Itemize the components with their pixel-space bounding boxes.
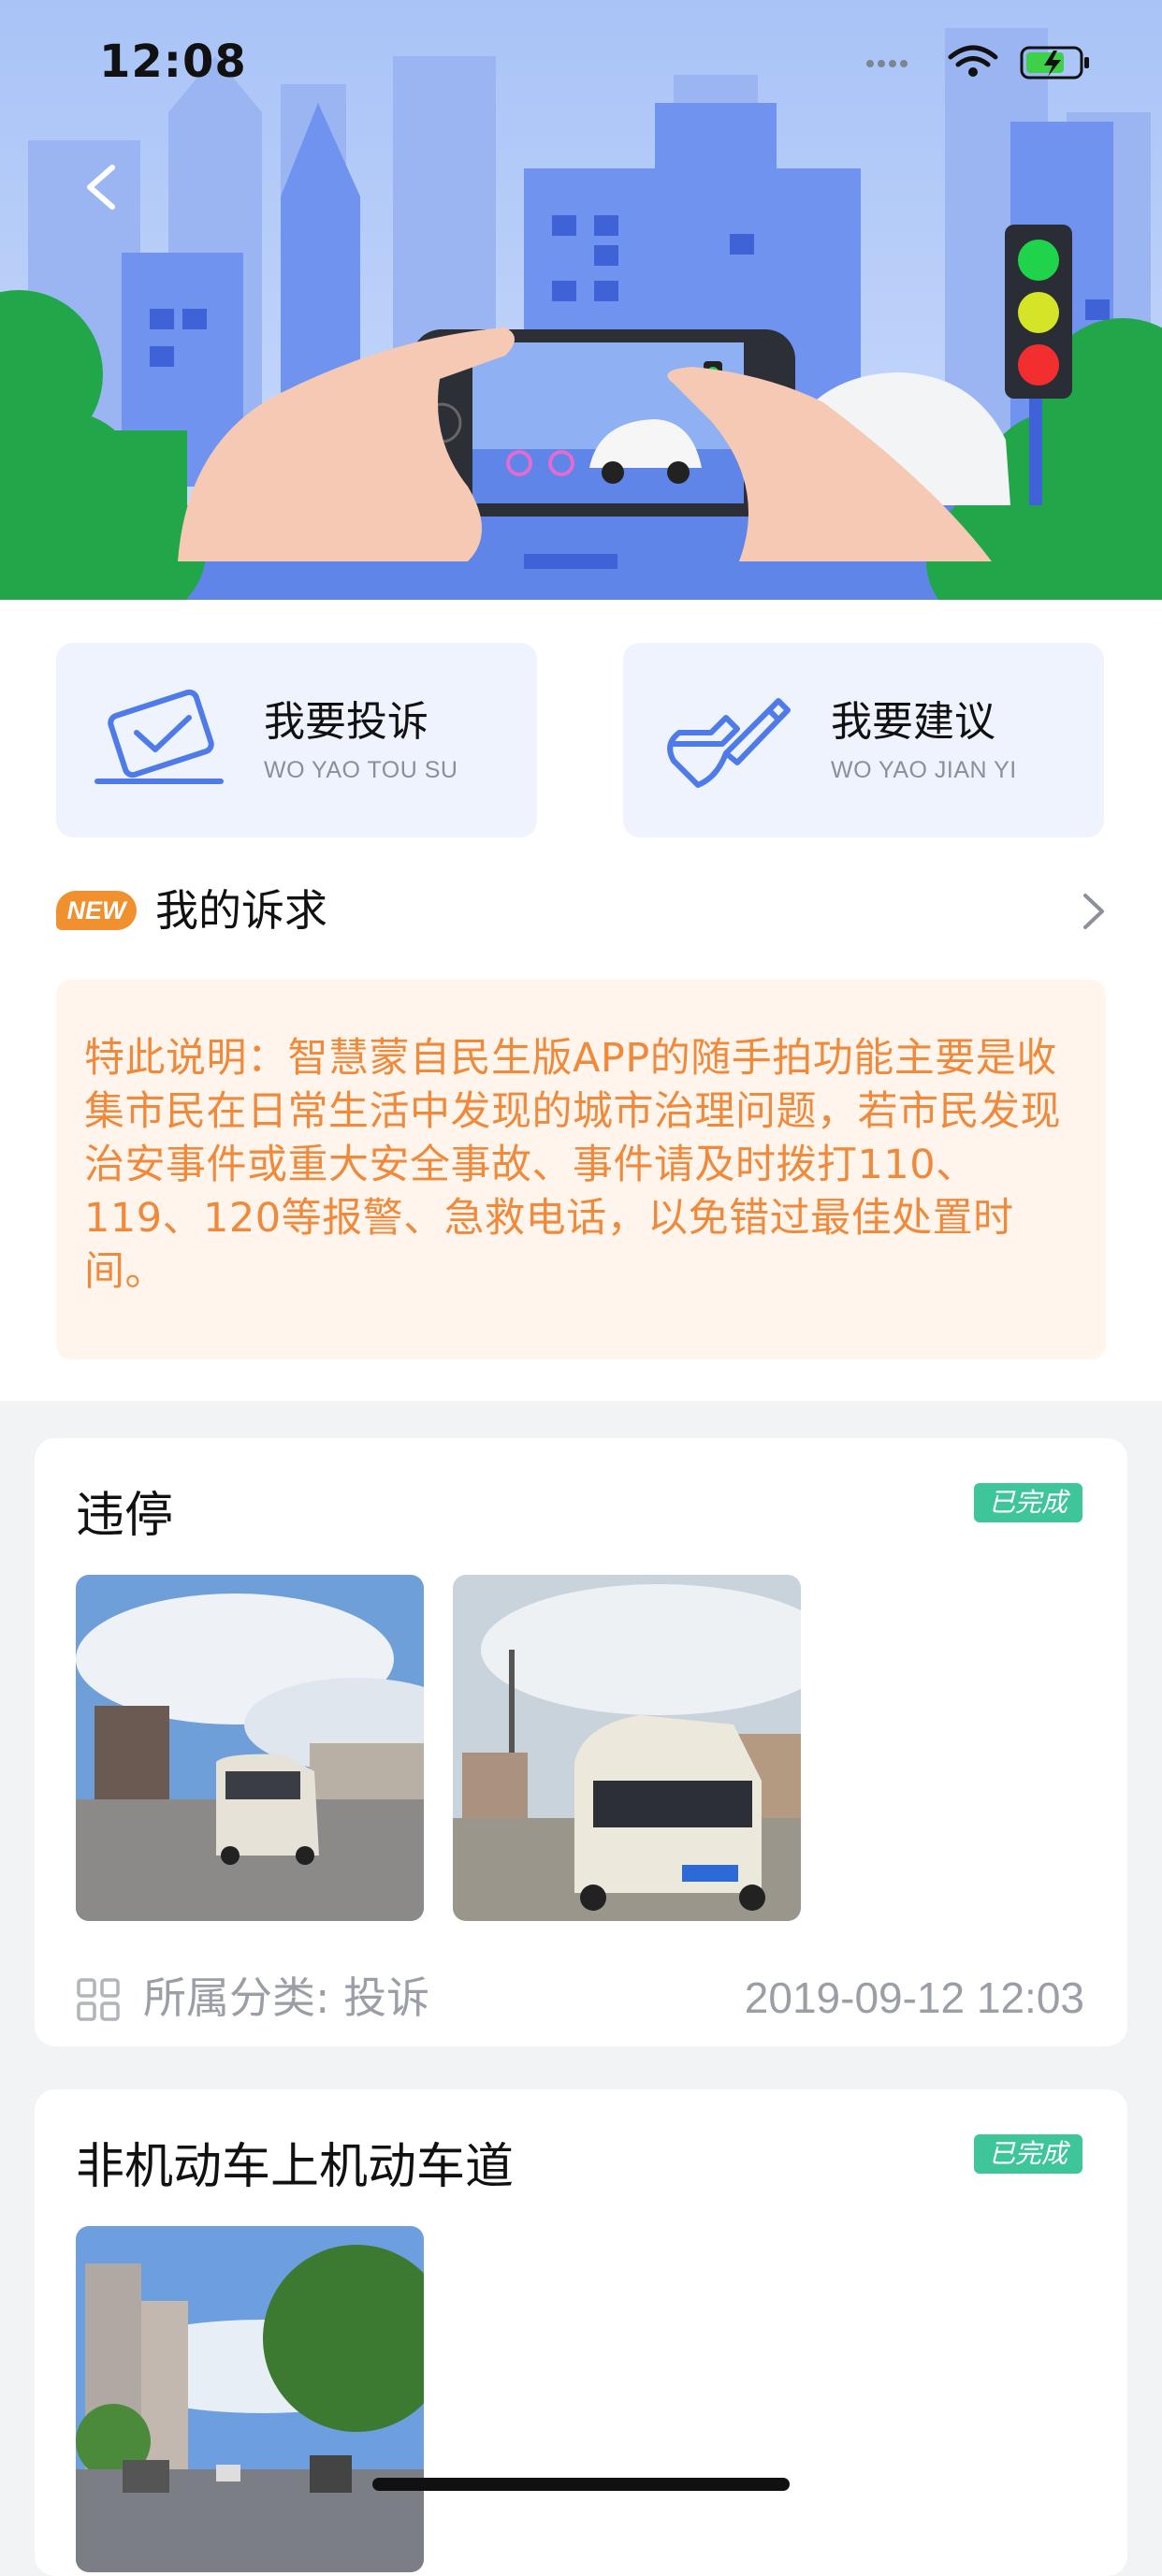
record-title: 违停 [76, 1488, 174, 1544]
hero-banner [0, 0, 1162, 600]
record-photo[interactable] [76, 1575, 424, 1921]
status-time: 12:08 [99, 36, 247, 88]
status-icons [861, 41, 1104, 82]
suggestion-icon [667, 698, 791, 788]
record-photo[interactable] [453, 1575, 801, 1921]
signal-icon [866, 60, 908, 67]
record-card[interactable]: 非机动车上机动车道 已完成 [35, 2089, 1127, 2576]
new-badge: NEW [56, 891, 137, 930]
suggestion-button[interactable]: 我要建议 WO YAO JIAN YI [623, 643, 1104, 837]
status-badge: 已完成 [974, 1483, 1082, 1522]
record-category-text: 所属分类: 投诉 [143, 1972, 430, 2023]
complaint-subtitle: WO YAO TOU SU [264, 757, 458, 783]
record-photo[interactable] [76, 2226, 424, 2572]
category-grid-icon [77, 1978, 120, 2021]
notice-text: 特此说明：智慧蒙自民生版APP的随手拍功能主要是收集市民在日常生活中发现的城市治… [84, 1035, 1061, 1295]
complaint-icon [94, 689, 224, 784]
complaint-button[interactable]: 我要投诉 WO YAO TOU SU [56, 643, 537, 837]
chevron-right-icon [1083, 894, 1104, 929]
complaint-title: 我要投诉 [264, 698, 428, 746]
hero-illustration [0, 0, 1162, 600]
back-arrow-icon[interactable] [77, 154, 123, 220]
suggestion-title: 我要建议 [831, 698, 995, 746]
my-requests-row[interactable]: NEW 我的诉求 [56, 882, 1108, 939]
home-indicator[interactable] [372, 2478, 790, 2491]
wifi-icon [948, 45, 998, 67]
record-title: 非机动车上机动车道 [76, 2139, 515, 2195]
suggestion-subtitle: WO YAO JIAN YI [831, 757, 1017, 783]
record-card[interactable]: 违停 已完成 所属分类: 投诉 2019-09-12 12:03 [35, 1438, 1127, 2046]
main-panel: 我要投诉 WO YAO TOU SU 我要建议 WO YAO JIAN YI N… [0, 600, 1162, 1401]
notice-box: 特此说明：智慧蒙自民生版APP的随手拍功能主要是收集市民在日常生活中发现的城市治… [56, 980, 1106, 1360]
battery-icon [1020, 46, 1089, 80]
record-time: 2019-09-12 12:03 [744, 1973, 1084, 2022]
status-badge: 已完成 [974, 2134, 1082, 2174]
my-requests-label: 我的诉求 [155, 885, 327, 936]
